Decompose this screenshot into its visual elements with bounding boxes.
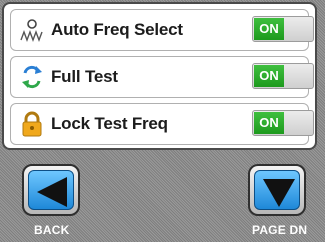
back-button[interactable] (22, 164, 80, 216)
toggle-state-on: ON (254, 18, 284, 40)
left-arrow-icon (37, 177, 67, 207)
swap-arrows-icon (19, 63, 45, 91)
setting-label-full-test: Full Test (51, 67, 118, 86)
setting-row-lock-test-freq[interactable]: Lock Test Freq ON (10, 103, 314, 145)
settings-panel: Auto Freq Select ON Full Test ON Lock Te… (2, 2, 317, 150)
toggle-state-on: ON (254, 112, 284, 134)
back-button-face (28, 170, 74, 210)
toggle-full-test[interactable]: ON (252, 63, 314, 89)
setting-label-auto-freq-select: Auto Freq Select (51, 20, 183, 39)
screen: Auto Freq Select ON Full Test ON Lock Te… (0, 0, 325, 242)
toggle-lock-test-freq[interactable]: ON (252, 110, 314, 136)
toggle-auto-freq-select[interactable]: ON (252, 16, 314, 42)
wave-antenna-icon (19, 16, 45, 44)
setting-label-lock-test-freq: Lock Test Freq (51, 114, 168, 133)
down-arrow-icon (263, 179, 295, 207)
page-down-label: PAGE DN (252, 223, 308, 237)
padlock-icon (19, 110, 45, 138)
back-label: BACK (34, 223, 70, 237)
page-down-button[interactable] (248, 164, 306, 216)
setting-row-full-test[interactable]: Full Test ON (10, 56, 314, 98)
page-down-button-face (254, 170, 300, 210)
setting-row-auto-freq-select[interactable]: Auto Freq Select ON (10, 9, 314, 51)
toggle-state-on: ON (254, 65, 284, 87)
